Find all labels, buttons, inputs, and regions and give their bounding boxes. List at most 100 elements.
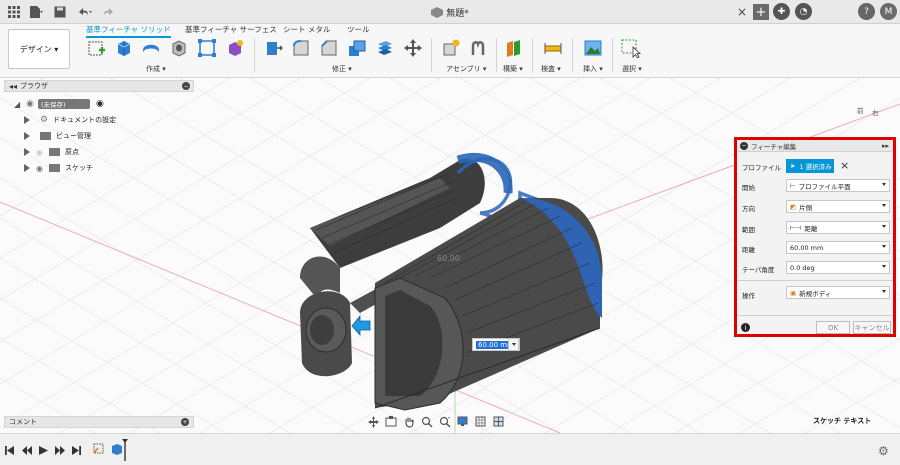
- orbit-icon[interactable]: [365, 415, 381, 428]
- clear-selection-icon[interactable]: ×: [840, 159, 849, 172]
- tab-surface[interactable]: 基準フィーチャ サーフェス: [185, 24, 277, 35]
- insert-image-icon[interactable]: [582, 37, 604, 59]
- tree-item-origin[interactable]: ◉ 原点: [24, 145, 79, 159]
- play-icon[interactable]: [39, 445, 48, 455]
- zoom-window-icon[interactable]: [437, 415, 453, 428]
- group-create-label[interactable]: 作成 ▾: [146, 64, 166, 74]
- tree-item-named-views[interactable]: ビュー管理: [24, 129, 91, 143]
- ok-button[interactable]: OK: [816, 321, 850, 334]
- group-select-label[interactable]: 選択 ▾: [622, 64, 642, 74]
- timeline-sketch-icon[interactable]: [93, 442, 107, 456]
- workspace-switcher-button[interactable]: デザイン ▾: [8, 29, 70, 69]
- redo-icon[interactable]: [100, 4, 116, 20]
- save-icon[interactable]: [52, 4, 68, 20]
- close-tab-icon[interactable]: ×: [734, 4, 750, 20]
- group-insert-label[interactable]: 挿入 ▾: [583, 64, 603, 74]
- new-component-icon[interactable]: [440, 37, 462, 59]
- group-modify-label[interactable]: 修正 ▾: [332, 64, 352, 74]
- activate-radio-icon[interactable]: ◉: [96, 99, 104, 109]
- app-grid-icon[interactable]: [6, 4, 22, 20]
- fillet-icon[interactable]: [290, 37, 312, 59]
- cursor-icon: ➤: [790, 162, 796, 170]
- operation-select[interactable]: ▣ 新規ボディ: [786, 286, 890, 299]
- zoom-icon[interactable]: [419, 415, 435, 428]
- expand-icon[interactable]: [24, 132, 30, 140]
- document-cube-icon: [431, 6, 444, 18]
- dialog-collapse-icon[interactable]: −: [740, 141, 748, 150]
- dimension-ghost-label: 60.00: [437, 254, 460, 263]
- group-construct-label[interactable]: 構築 ▾: [503, 64, 523, 74]
- hole-icon[interactable]: [168, 37, 190, 59]
- distance-field[interactable]: 60.00 mm: [786, 241, 890, 254]
- display-settings-icon[interactable]: [455, 415, 471, 428]
- step-forward-icon[interactable]: [55, 445, 65, 455]
- navigation-bar: [365, 414, 535, 429]
- panel-minimize-icon[interactable]: −: [182, 82, 190, 90]
- select-icon[interactable]: [620, 37, 642, 59]
- ribbon-toolbar: デザイン ▾ 基準フィーチャ ソリッド 基準フィーチャ サーフェス シート メタ…: [0, 24, 900, 78]
- timeline-settings-gear-icon[interactable]: ⚙: [878, 444, 889, 458]
- help-icon[interactable]: ?: [858, 3, 875, 20]
- expand-icon[interactable]: [24, 164, 30, 172]
- profile-selection-button[interactable]: ➤ 1 選択済み: [786, 159, 834, 173]
- tree-item-sketches[interactable]: ◉ スケッチ: [24, 161, 93, 175]
- grid-settings-icon[interactable]: [473, 415, 489, 428]
- distance-dropdown-icon[interactable]: [508, 338, 519, 351]
- undo-icon[interactable]: [77, 4, 93, 20]
- go-to-end-icon[interactable]: [72, 445, 81, 455]
- tab-tools[interactable]: ツール: [347, 24, 370, 35]
- tree-item-document-settings[interactable]: ⚙ ドキュメントの設定: [24, 113, 116, 127]
- create-sketch-icon[interactable]: [86, 37, 108, 59]
- move-icon[interactable]: [402, 37, 424, 59]
- pattern-icon[interactable]: [196, 37, 218, 59]
- tree-root[interactable]: ◢ ◉ (未保存) ◉: [14, 97, 104, 111]
- viewports-icon[interactable]: [491, 415, 507, 428]
- dialog-expand-icon[interactable]: ▸▸: [882, 142, 889, 150]
- start-select[interactable]: ⊢ プロファイル平面: [786, 179, 890, 192]
- create-form-icon[interactable]: [224, 37, 246, 59]
- comment-bar[interactable]: コメント +: [4, 416, 194, 428]
- visibility-eye-icon[interactable]: ◉: [36, 148, 43, 157]
- pan-hand-icon[interactable]: [401, 415, 417, 428]
- expand-icon[interactable]: ◢: [14, 100, 20, 109]
- measure-icon[interactable]: [542, 37, 564, 59]
- tab-sheet-metal[interactable]: シート メタル: [283, 24, 330, 35]
- document-tab[interactable]: 無題*: [200, 2, 700, 22]
- file-icon[interactable]: [28, 4, 44, 20]
- browser-header[interactable]: ◂◂ ブラウザ −: [4, 80, 194, 92]
- revolve-icon[interactable]: [140, 37, 162, 59]
- visibility-eye-icon[interactable]: ◉: [26, 99, 34, 109]
- direction-select[interactable]: ◩ 片側: [786, 200, 890, 213]
- cancel-button[interactable]: キャンセル: [853, 321, 891, 334]
- dialog-title: フィーチャ編集: [751, 142, 797, 151]
- info-icon[interactable]: i: [741, 323, 750, 332]
- add-comment-icon[interactable]: +: [181, 418, 189, 426]
- distance-label: 距離: [742, 246, 755, 254]
- extent-select[interactable]: ⊢⊣ 距離: [786, 221, 890, 234]
- offset-plane-icon[interactable]: [503, 37, 525, 59]
- press-pull-icon[interactable]: [263, 37, 285, 59]
- taper-angle-field[interactable]: 0.0 deg: [786, 261, 890, 274]
- joint-icon[interactable]: [467, 37, 489, 59]
- job-status-icon[interactable]: ◔: [795, 3, 812, 20]
- timeline-marker-icon[interactable]: [122, 439, 128, 461]
- tab-solid[interactable]: 基準フィーチャ ソリッド: [86, 24, 171, 38]
- extensions-icon[interactable]: ✚: [773, 3, 790, 20]
- chamfer-icon[interactable]: [318, 37, 340, 59]
- split-body-icon[interactable]: [374, 37, 396, 59]
- go-to-start-icon[interactable]: [5, 445, 14, 455]
- account-avatar[interactable]: M: [880, 3, 897, 20]
- visibility-eye-icon[interactable]: ◉: [36, 164, 43, 173]
- extrude-icon[interactable]: [113, 37, 135, 59]
- expand-icon[interactable]: [24, 116, 30, 124]
- group-inspect-label[interactable]: 検査 ▾: [541, 64, 561, 74]
- collapse-icon[interactable]: ◂◂: [9, 82, 17, 91]
- expand-icon[interactable]: [24, 148, 30, 156]
- tree-item-label: ドキュメントの設定: [53, 116, 117, 124]
- new-tab-icon[interactable]: +: [753, 4, 769, 20]
- shell-icon[interactable]: [346, 37, 368, 59]
- look-at-icon[interactable]: [383, 415, 399, 428]
- step-back-icon[interactable]: [22, 445, 32, 455]
- dialog-header[interactable]: − フィーチャ編集 ▸▸: [737, 140, 893, 152]
- group-assemble-label[interactable]: アセンブリ ▾: [446, 64, 486, 74]
